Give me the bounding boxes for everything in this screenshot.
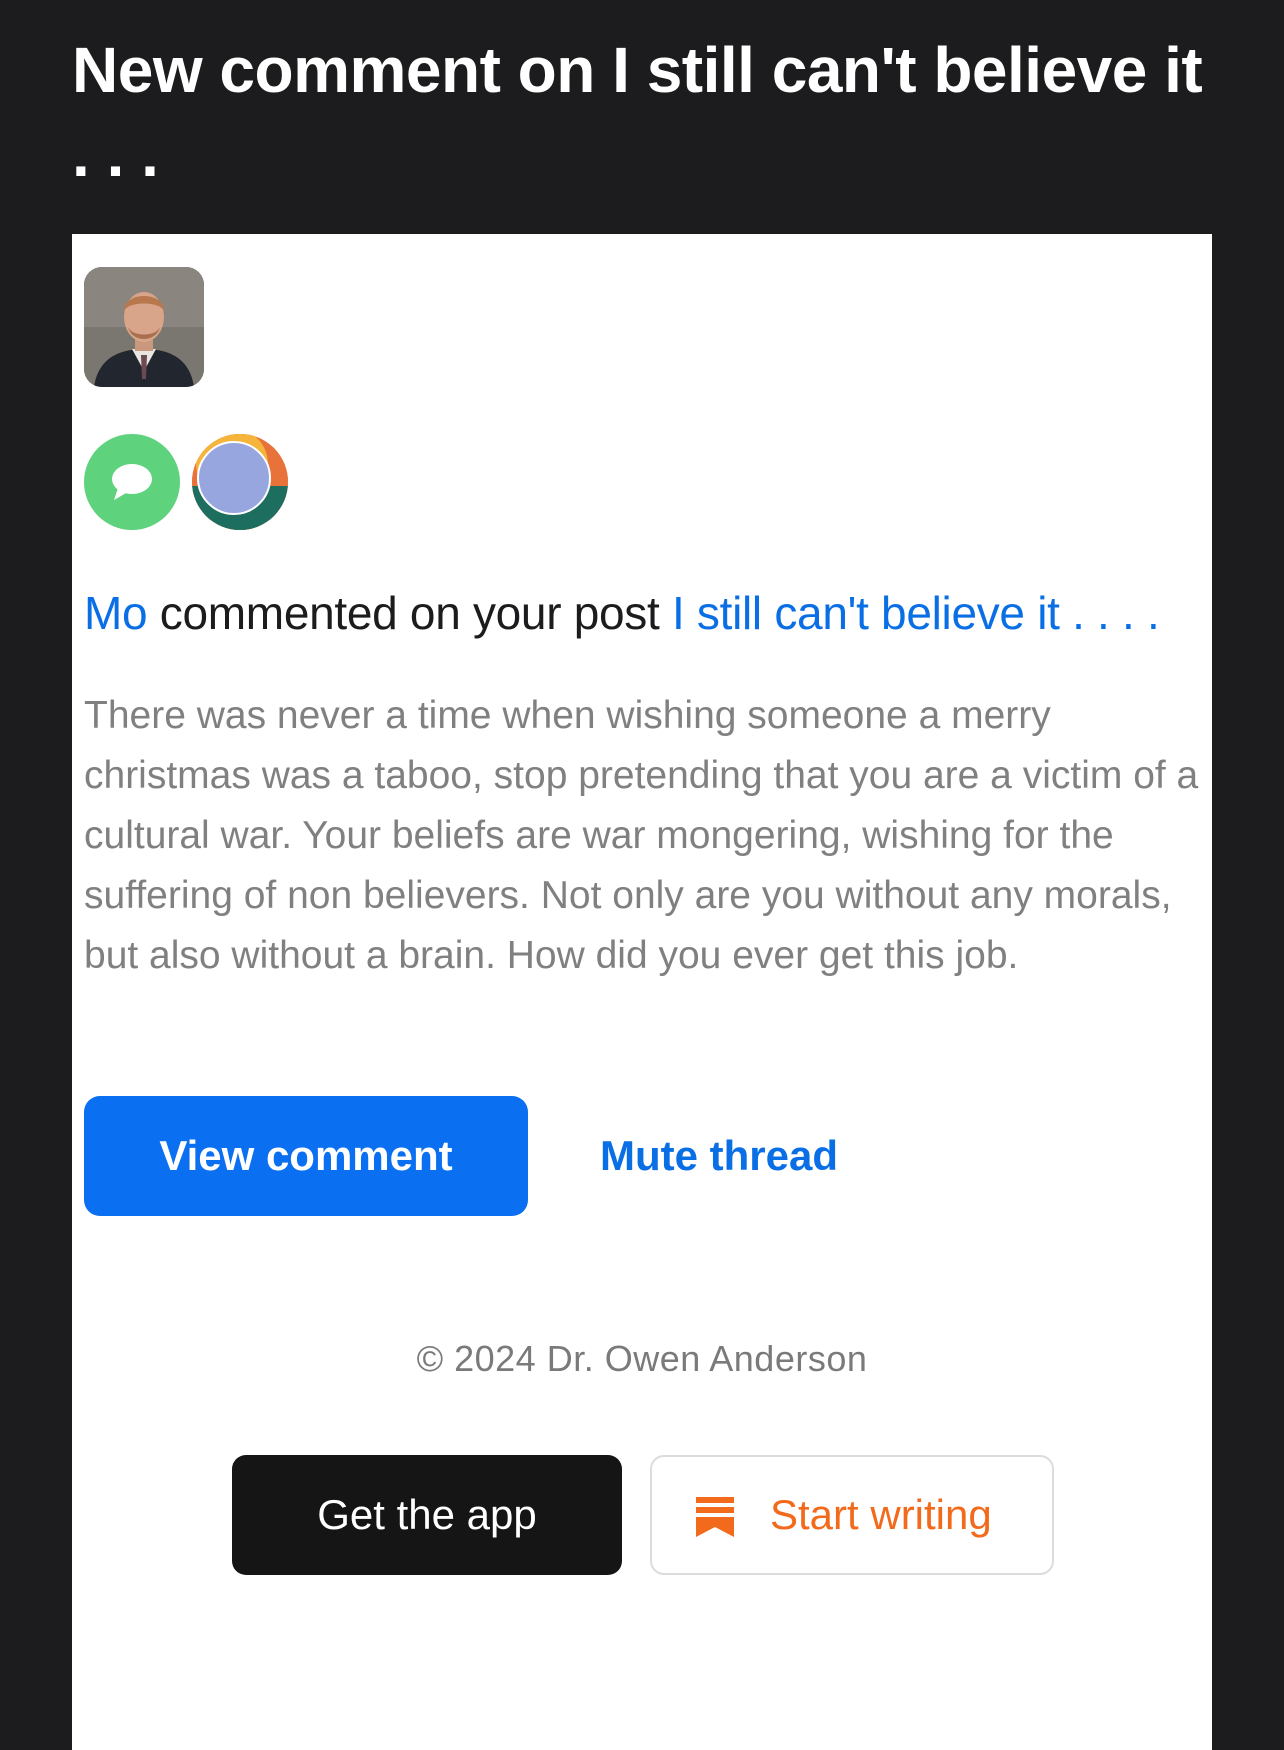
action-text: commented on your post <box>147 587 672 639</box>
mute-thread-link[interactable]: Mute thread <box>600 1096 838 1216</box>
copyright-notice: © 2024 Dr. Owen Anderson <box>416 1338 868 1379</box>
notification-summary: Mo commented on your post I still can't … <box>84 582 1214 644</box>
comment-text: There was never a time when wishing some… <box>84 694 1199 977</box>
get-app-button[interactable]: Get the app <box>232 1455 622 1575</box>
notification-card: Mo commented on your post I still can't … <box>72 234 1212 1750</box>
commenter-name-link[interactable]: Mo <box>84 587 148 639</box>
author-avatar[interactable] <box>84 267 204 387</box>
publication-avatar[interactable] <box>192 434 288 530</box>
comment-badge <box>84 434 180 530</box>
abstract-avatar-icon <box>192 434 288 530</box>
page-title: New comment on I still can't believe it … <box>72 34 1203 190</box>
start-writing-label: Start writing <box>770 1491 992 1538</box>
post-title-link[interactable]: I still can't believe it . . . . <box>672 587 1160 639</box>
bookmark-icon <box>696 1497 734 1537</box>
speech-bubble-icon <box>112 464 152 500</box>
view-comment-button[interactable]: View comment <box>84 1096 528 1216</box>
start-writing-button[interactable]: Start writing <box>650 1455 1054 1575</box>
